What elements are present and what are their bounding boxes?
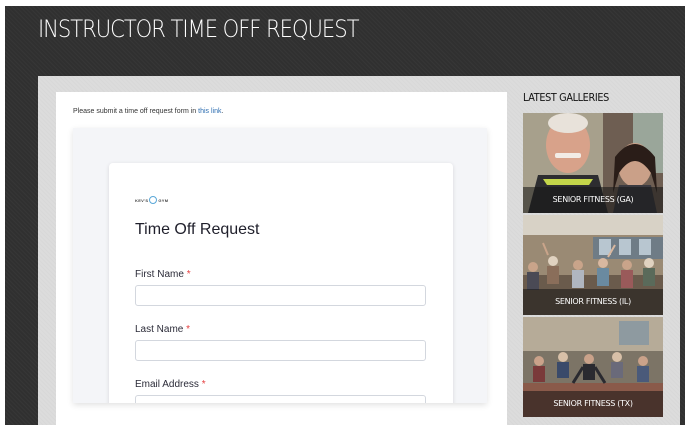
latest-galleries-heading: LATEST GALLERIES [523,91,609,104]
page-title: INSTRUCTOR TIME OFF REQUEST [38,15,359,43]
required-marker: * [186,324,191,335]
logo-text-left: KEV'S [135,197,149,203]
intro-text-suffix: . [221,108,224,115]
first-name-label-text: First Name [135,269,184,280]
email-input[interactable] [135,395,426,403]
first-name-input[interactable] [135,285,426,306]
gallery-card-il[interactable]: SENIOR FITNESS (IL) [523,215,663,315]
logo-text-right: GYM [158,197,169,203]
required-marker: * [201,379,206,390]
form-card: KEV'S GYM Time Off Request First Name * … [109,163,453,403]
last-name-input[interactable] [135,340,426,361]
last-name-label: Last Name * [135,324,190,335]
gallery-card-ga[interactable]: SENIOR FITNESS (GA) [523,113,663,213]
first-name-label: First Name * [135,269,191,280]
intro-text-label: Please submit a time off request form in [73,108,199,115]
gym-logo: KEV'S GYM [135,196,168,204]
form-link[interactable]: this link [198,108,221,115]
gallery-card-tx[interactable]: SENIOR FITNESS (TX) [523,317,663,417]
gallery-label-ga: SENIOR FITNESS (GA) [523,187,663,213]
gallery-label-tx: SENIOR FITNESS (TX) [523,391,663,417]
logo-ring-icon [149,196,158,204]
email-label: Email Address * [135,379,206,390]
form-title: Time Off Request [135,221,260,238]
embedded-form-frame[interactable]: KEV'S GYM Time Off Request First Name * … [73,128,487,403]
intro-text: Please submit a time off request form in… [73,108,223,115]
email-label-text: Email Address [135,379,199,390]
required-marker: * [186,269,191,280]
main-content-card: Please submit a time off request form in… [56,92,507,425]
last-name-label-text: Last Name [135,324,184,335]
gallery-label-il: SENIOR FITNESS (IL) [523,289,663,315]
